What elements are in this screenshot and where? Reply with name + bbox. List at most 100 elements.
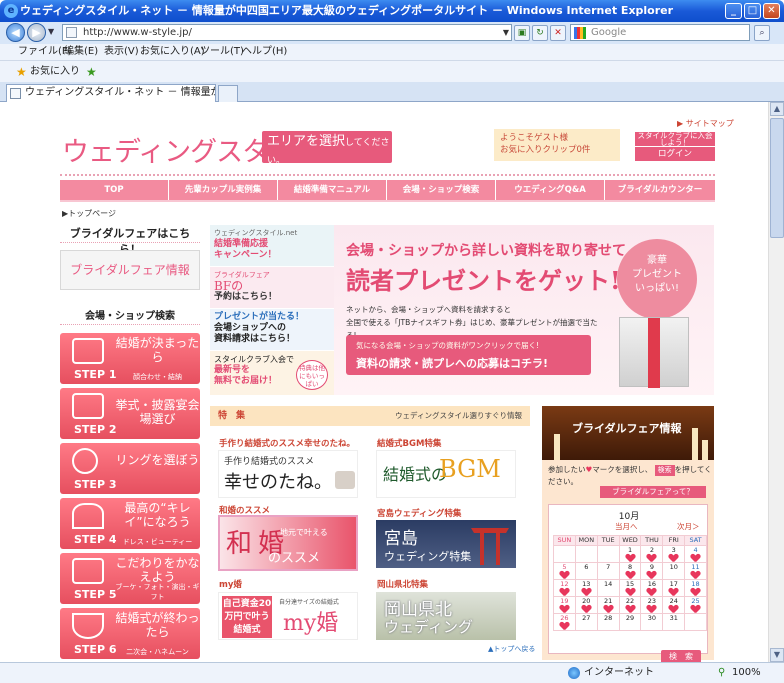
history-dropdown-icon[interactable]: ▼ [48,27,54,36]
styleclub-join-button[interactable]: スタイルクラブに入会しよう！ [635,132,715,146]
scroll-down-icon[interactable]: ▼ [770,648,784,662]
menu-tools[interactable]: ツール(T) [200,44,244,60]
feature-3-image[interactable]: 和婚 地元で叶える のススメ [218,515,358,571]
calendar-cell[interactable]: 22 [618,596,642,614]
step-4-button[interactable]: 最高の“キレイ”になろう ドレス・ビューティー STEP 4 [60,498,200,549]
url-input[interactable]: http://www.w-style.jp/ ▼ [62,24,512,41]
feature-2-image[interactable]: 結婚式の BGM [376,450,516,498]
fair-search-button[interactable]: 検 索 [661,650,701,662]
heart-icon[interactable] [647,605,656,613]
heart-icon[interactable] [626,554,635,562]
heart-icon[interactable] [647,554,656,562]
nav-manual[interactable]: 結婚準備マニュアル [278,180,387,200]
favorites-star-icon[interactable]: ★ [16,61,27,83]
scroll-thumb[interactable] [770,118,784,238]
nav-couples[interactable]: 先輩カップル実例集 [169,180,278,200]
request-banner[interactable]: プレゼントが当たる！ 会場ショップへの 資料請求はこちら！ [210,309,334,350]
url-dropdown-icon[interactable]: ▼ [503,25,509,40]
calendar-cell[interactable]: 9 [640,562,664,580]
zoom-level[interactable]: 100% [732,663,761,683]
feature-4-link[interactable]: 宮島ウェディング特集 [377,507,461,519]
step-3-button[interactable]: リングを選ぼう STEP 3 [60,443,200,494]
feature-6-link[interactable]: 岡山県北特集 [377,578,428,590]
heart-icon[interactable] [626,588,635,596]
calendar-cell[interactable]: 26 [553,613,576,631]
calendar-cell[interactable]: 6 [574,562,598,580]
heart-icon[interactable] [582,605,591,613]
calendar-cell[interactable]: 3 [662,545,686,563]
calendar-cell[interactable]: 21 [596,596,620,614]
calendar-cell[interactable]: 24 [662,596,686,614]
nav-qa[interactable]: ウエディングQ&A [496,180,605,200]
search-input[interactable]: Google [570,24,750,41]
heart-icon[interactable] [626,571,635,579]
feature-2-link[interactable]: 結婚式BGM特集 [377,437,441,449]
calendar-cell[interactable]: 7 [596,562,620,580]
heart-icon[interactable] [647,588,656,596]
browser-tab[interactable]: ウェディングスタイル・ネット － 情報量が中四国エリア最大... [6,84,216,102]
heart-icon[interactable] [669,554,678,562]
calendar-cell[interactable]: 11 [684,562,707,580]
feature-4-image[interactable]: 宮島 ウェディング特集 [376,520,516,568]
heart-icon[interactable] [582,588,591,596]
heart-icon[interactable] [669,605,678,613]
calendar-cell[interactable]: 25 [684,596,707,614]
calendar-cell[interactable]: 31 [662,613,686,631]
heart-icon[interactable] [560,571,569,579]
feature-1-image[interactable]: 手作り結婚式のススメ 幸せのたね。 [218,450,358,498]
close-button[interactable]: ✕ [763,3,780,19]
search-icon[interactable]: ⌕ [754,25,770,41]
compat-icon[interactable]: ▣ [514,25,530,41]
campaign-banner[interactable]: ウェディングスタイル.net 結婚準備応援 キャンペーン！ [210,225,334,266]
calendar-cell[interactable]: 23 [640,596,664,614]
calendar-cell[interactable]: 1 [618,545,642,563]
heart-icon[interactable] [691,588,700,596]
new-tab-button[interactable] [218,85,238,102]
heart-icon[interactable] [604,605,613,613]
step-2-button[interactable]: 挙式・披露宴会場選び STEP 2 [60,388,200,439]
back-icon[interactable]: ◀ [6,23,25,42]
nav-counter[interactable]: ブライダルカウンター [605,180,715,200]
feature-6-image[interactable]: 岡山県北 ウェディング [376,592,516,640]
heart-icon[interactable] [626,605,635,613]
area-select-button[interactable]: エリアを選択してください。 ▶ ここをクリック！ [262,131,392,182]
calendar-cell[interactable]: 30 [640,613,664,631]
heart-icon[interactable] [691,605,700,613]
menu-favorites[interactable]: お気に入り(A) [140,44,205,60]
feature-5-link[interactable]: my婚 [219,578,242,590]
back-to-top-link[interactable]: ▲トップへ戻る [488,644,535,654]
calendar-cell[interactable]: 12 [553,579,576,597]
vertical-scrollbar[interactable]: ▲ ▼ [768,102,784,662]
scroll-up-icon[interactable]: ▲ [770,102,784,116]
heart-icon[interactable] [669,588,678,596]
nav-top[interactable]: TOP [60,180,169,200]
calendar-cell[interactable]: 2 [640,545,664,563]
feature-5-image[interactable]: 自己資金20万円で叶う結婚式 自分達サイズの結婚式 my婚 [218,592,358,640]
refresh-icon[interactable]: ↻ [532,25,548,41]
menu-edit[interactable]: 編集(E) [64,44,98,60]
heart-icon[interactable] [560,605,569,613]
next-month-link[interactable]: 次月＞ [677,521,700,532]
nav-search[interactable]: 会場・ショップ検索 [387,180,496,200]
clip-count-link[interactable]: お気に入りクリップ0件 [500,144,620,156]
heart-icon[interactable] [691,571,700,579]
step-6-button[interactable]: 結婚式が終わったら 二次会・ハネムーン STEP 6 [60,608,200,659]
calendar-cell[interactable]: 13 [574,579,598,597]
minimize-button[interactable]: _ [725,3,742,19]
heart-icon[interactable] [560,622,569,630]
calendar-cell[interactable]: 14 [596,579,620,597]
add-favorite-icon[interactable]: ★ [86,61,97,83]
calendar-cell[interactable]: 28 [596,613,620,631]
heart-icon[interactable] [691,554,700,562]
favorites-button[interactable]: お気に入り [30,61,80,83]
calendar-cell[interactable]: 5 [553,562,576,580]
feature-1-link[interactable]: 手作り結婚式のススメ幸せのたね。 [219,437,355,449]
forward-icon[interactable]: ▶ [27,23,46,42]
step-1-button[interactable]: 結婚が決まったら 顔合わせ・結納 STEP 1 [60,333,200,384]
sitemap-link[interactable]: ▶ サイトマップ [677,118,734,129]
calendar-cell[interactable]: 20 [574,596,598,614]
calendar-cell[interactable]: 16 [640,579,664,597]
menu-view[interactable]: 表示(V) [104,44,139,60]
calendar-cell[interactable]: 8 [618,562,642,580]
calendar-cell[interactable]: 19 [553,596,576,614]
